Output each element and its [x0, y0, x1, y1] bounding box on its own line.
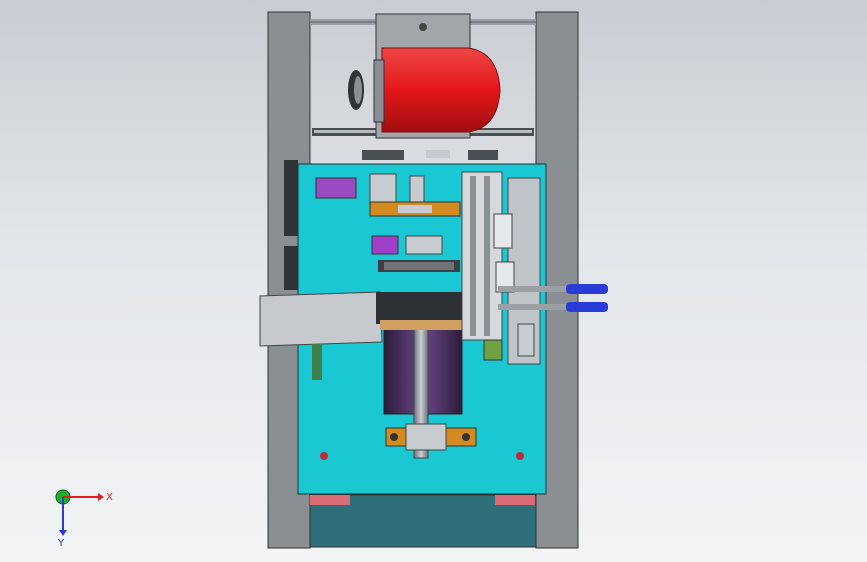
triad-y-label: Y — [57, 538, 65, 549]
triad-x-label: X — [106, 492, 113, 503]
bearing-block[interactable] — [385, 423, 477, 451]
cad-assembly-view[interactable]: X Y — [0, 0, 867, 562]
coordinate-triad: X Y — [55, 489, 113, 549]
red-motor[interactable] — [348, 13, 501, 139]
vertical-slide[interactable] — [461, 171, 541, 365]
cad-viewport[interactable]: X Y — [0, 0, 867, 562]
